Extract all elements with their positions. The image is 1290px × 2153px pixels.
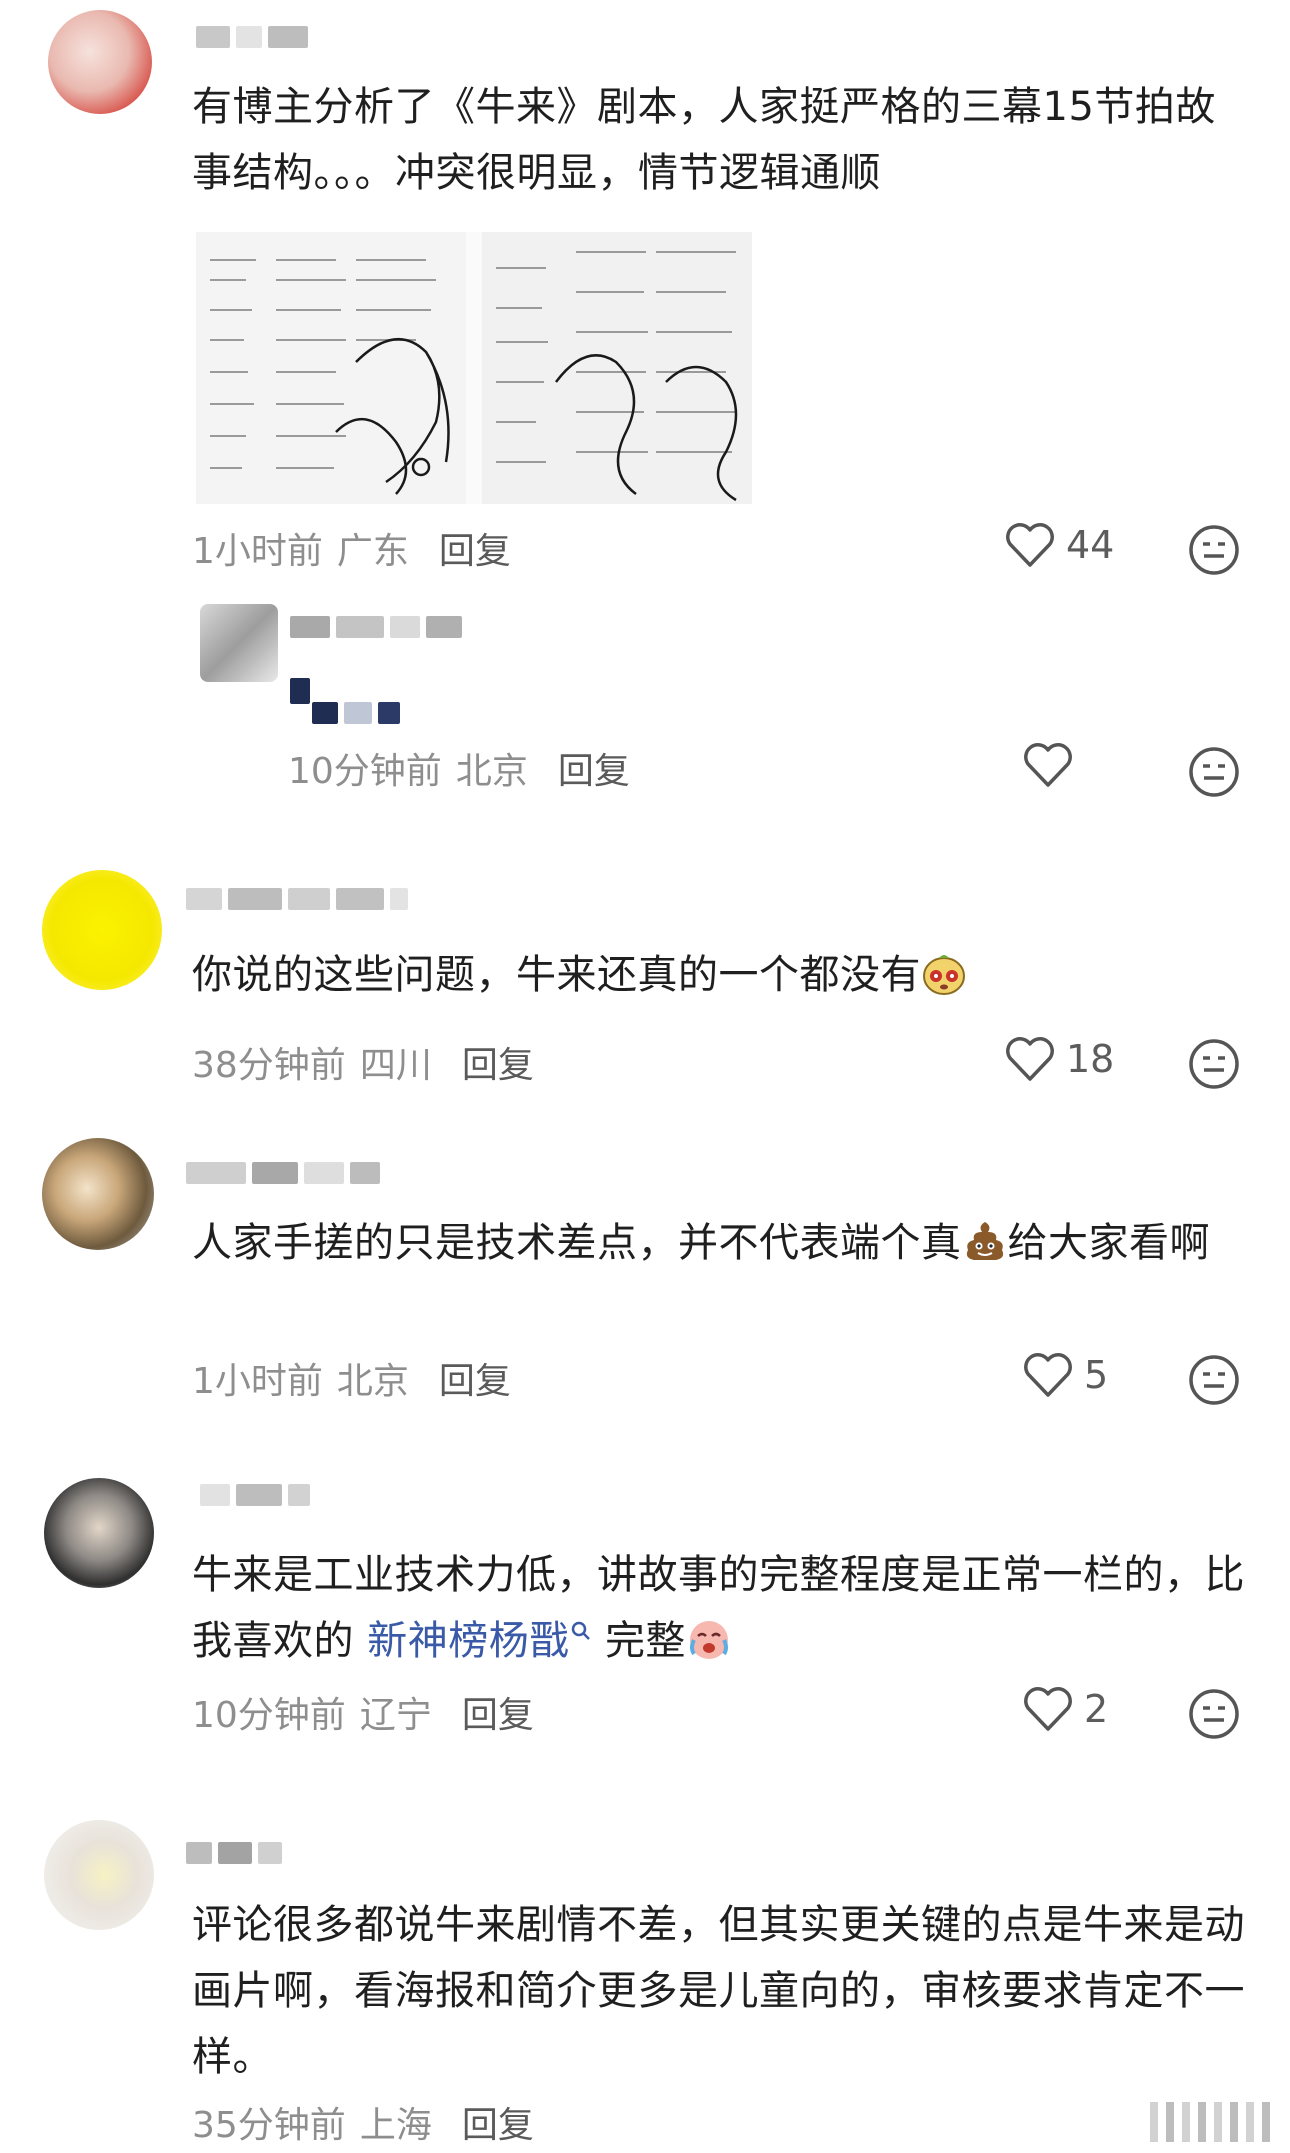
topic-link[interactable]: 新神榜杨戬 — [367, 1618, 570, 1664]
comment-text: 你说的这些问题，牛来还真的一个都没有 — [192, 942, 1252, 1008]
comment-meta: 10分钟前 辽宁 回复 — [192, 1686, 534, 1738]
comment-text: 评论很多都说牛来剧情不差，但其实更关键的点是牛来是动画片啊，看海报和简介更多是儿… — [192, 1902, 1245, 2080]
comment-4: 人家手搓的只是技术差点，并不代表端个真 给大家看啊 1小时前 北京 回复 5 — [0, 1130, 1290, 1430]
timestamp: 10分钟前 — [288, 751, 442, 792]
timestamp: 38分钟前 — [192, 1045, 346, 1086]
comment-meta: 10分钟前 北京 回复 — [288, 742, 630, 794]
heart-icon — [1024, 743, 1072, 787]
neutral-face-icon[interactable] — [1188, 524, 1240, 576]
comment-text-body: 你说的这些问题，牛来还真的一个都没有 — [192, 952, 921, 998]
comment-meta: 1小时前 广东 回复 — [192, 522, 511, 574]
timestamp: 35分钟前 — [192, 2105, 346, 2146]
shy-face-emoji — [923, 955, 965, 995]
neutral-face-icon[interactable] — [1188, 1038, 1240, 1090]
comment-1: 有博主分析了《牛来》剧本，人家挺严格的三幕15节拍故事结构。。。冲突很明显，情节… — [0, 0, 1290, 580]
comment-text-part: 给大家看啊 — [1007, 1220, 1210, 1266]
comment-text: 人家手搓的只是技术差点，并不代表端个真 给大家看啊 — [192, 1210, 1252, 1276]
username-blurred[interactable] — [290, 616, 462, 638]
username-blurred[interactable] — [200, 1484, 310, 1506]
like-count: 2 — [1084, 1687, 1109, 1731]
like-button[interactable]: 18 — [1004, 1036, 1114, 1082]
like-count: 44 — [1066, 523, 1115, 567]
username-blurred[interactable] — [196, 26, 308, 48]
neutral-face-icon[interactable] — [1188, 1688, 1240, 1740]
avatar[interactable] — [42, 870, 162, 990]
location: 上海 — [359, 2105, 432, 2146]
like-count: 18 — [1066, 1037, 1115, 1081]
location: 辽宁 — [359, 1695, 432, 1736]
username-blurred[interactable] — [186, 888, 408, 910]
comment-reply: 10分钟前 北京 回复 — [0, 590, 1290, 810]
like-button[interactable]: 2 — [1022, 1686, 1108, 1732]
neutral-face-icon[interactable] — [1188, 1354, 1240, 1406]
location: 四川 — [359, 1045, 432, 1086]
username-blurred[interactable] — [186, 1842, 282, 1864]
search-icon[interactable] — [570, 1620, 592, 1642]
location: 北京 — [336, 1361, 409, 1402]
reply-button[interactable]: 回复 — [558, 742, 630, 794]
comment-text-part: 人家手搓的只是技术差点，并不代表端个真 — [192, 1220, 962, 1266]
comment-meta: 38分钟前 四川 回复 — [192, 1036, 534, 1088]
location: 广东 — [336, 531, 409, 572]
reply-content-blurred — [312, 702, 400, 724]
comment-text-part: 完整 — [604, 1618, 686, 1664]
neutral-face-icon[interactable] — [1188, 746, 1240, 798]
like-button[interactable]: 44 — [1004, 522, 1114, 568]
comment-text: 牛来是工业技术力低，讲故事的完整程度是正常一栏的，比我喜欢的 新神榜杨戬 完整 — [192, 1542, 1252, 1674]
comment-6: 评论很多都说牛来剧情不差，但其实更关键的点是牛来是动画片啊，看海报和简介更多是儿… — [0, 1810, 1290, 2153]
reply-content-blurred — [290, 678, 310, 704]
location: 北京 — [455, 751, 528, 792]
comment-text: 有博主分析了《牛来》剧本，人家挺严格的三幕15节拍故事结构。。。冲突很明显，情节… — [192, 84, 1216, 196]
reply-button[interactable]: 回复 — [439, 1352, 511, 1404]
comment-meta: 35分钟前 上海 回复 — [192, 2096, 534, 2148]
screenplay-image[interactable] — [196, 232, 752, 504]
timestamp: 1小时前 — [192, 1361, 323, 1402]
like-button[interactable] — [1022, 742, 1074, 788]
comment-5: 牛来是工业技术力低，讲故事的完整程度是正常一栏的，比我喜欢的 新神榜杨戬 完整 … — [0, 1470, 1290, 1770]
username-blurred[interactable] — [186, 1162, 380, 1184]
crying-face-emoji — [689, 1621, 728, 1659]
poop-emoji — [966, 1222, 1003, 1260]
watermark-bars — [1150, 2102, 1270, 2142]
heart-icon — [1006, 1037, 1054, 1081]
avatar[interactable] — [44, 1478, 154, 1588]
heart-icon — [1024, 1687, 1072, 1731]
screenplay-document-illustration — [196, 232, 752, 504]
comment-meta: 1小时前 北京 回复 — [192, 1352, 511, 1404]
avatar[interactable] — [200, 604, 278, 682]
reply-button[interactable]: 回复 — [462, 1036, 534, 1088]
heart-icon — [1024, 1353, 1072, 1397]
like-button[interactable]: 5 — [1022, 1352, 1108, 1398]
timestamp: 1小时前 — [192, 531, 323, 572]
reply-button[interactable]: 回复 — [462, 1686, 534, 1738]
avatar[interactable] — [44, 1820, 154, 1930]
reply-button[interactable]: 回复 — [439, 522, 511, 574]
timestamp: 10分钟前 — [192, 1695, 346, 1736]
avatar[interactable] — [48, 10, 152, 114]
comment-3: 你说的这些问题，牛来还真的一个都没有 38分钟前 四川 回复 18 — [0, 860, 1290, 1100]
heart-icon — [1006, 523, 1054, 567]
reply-button[interactable]: 回复 — [462, 2096, 534, 2148]
avatar[interactable] — [42, 1138, 154, 1250]
like-count: 5 — [1084, 1353, 1109, 1397]
